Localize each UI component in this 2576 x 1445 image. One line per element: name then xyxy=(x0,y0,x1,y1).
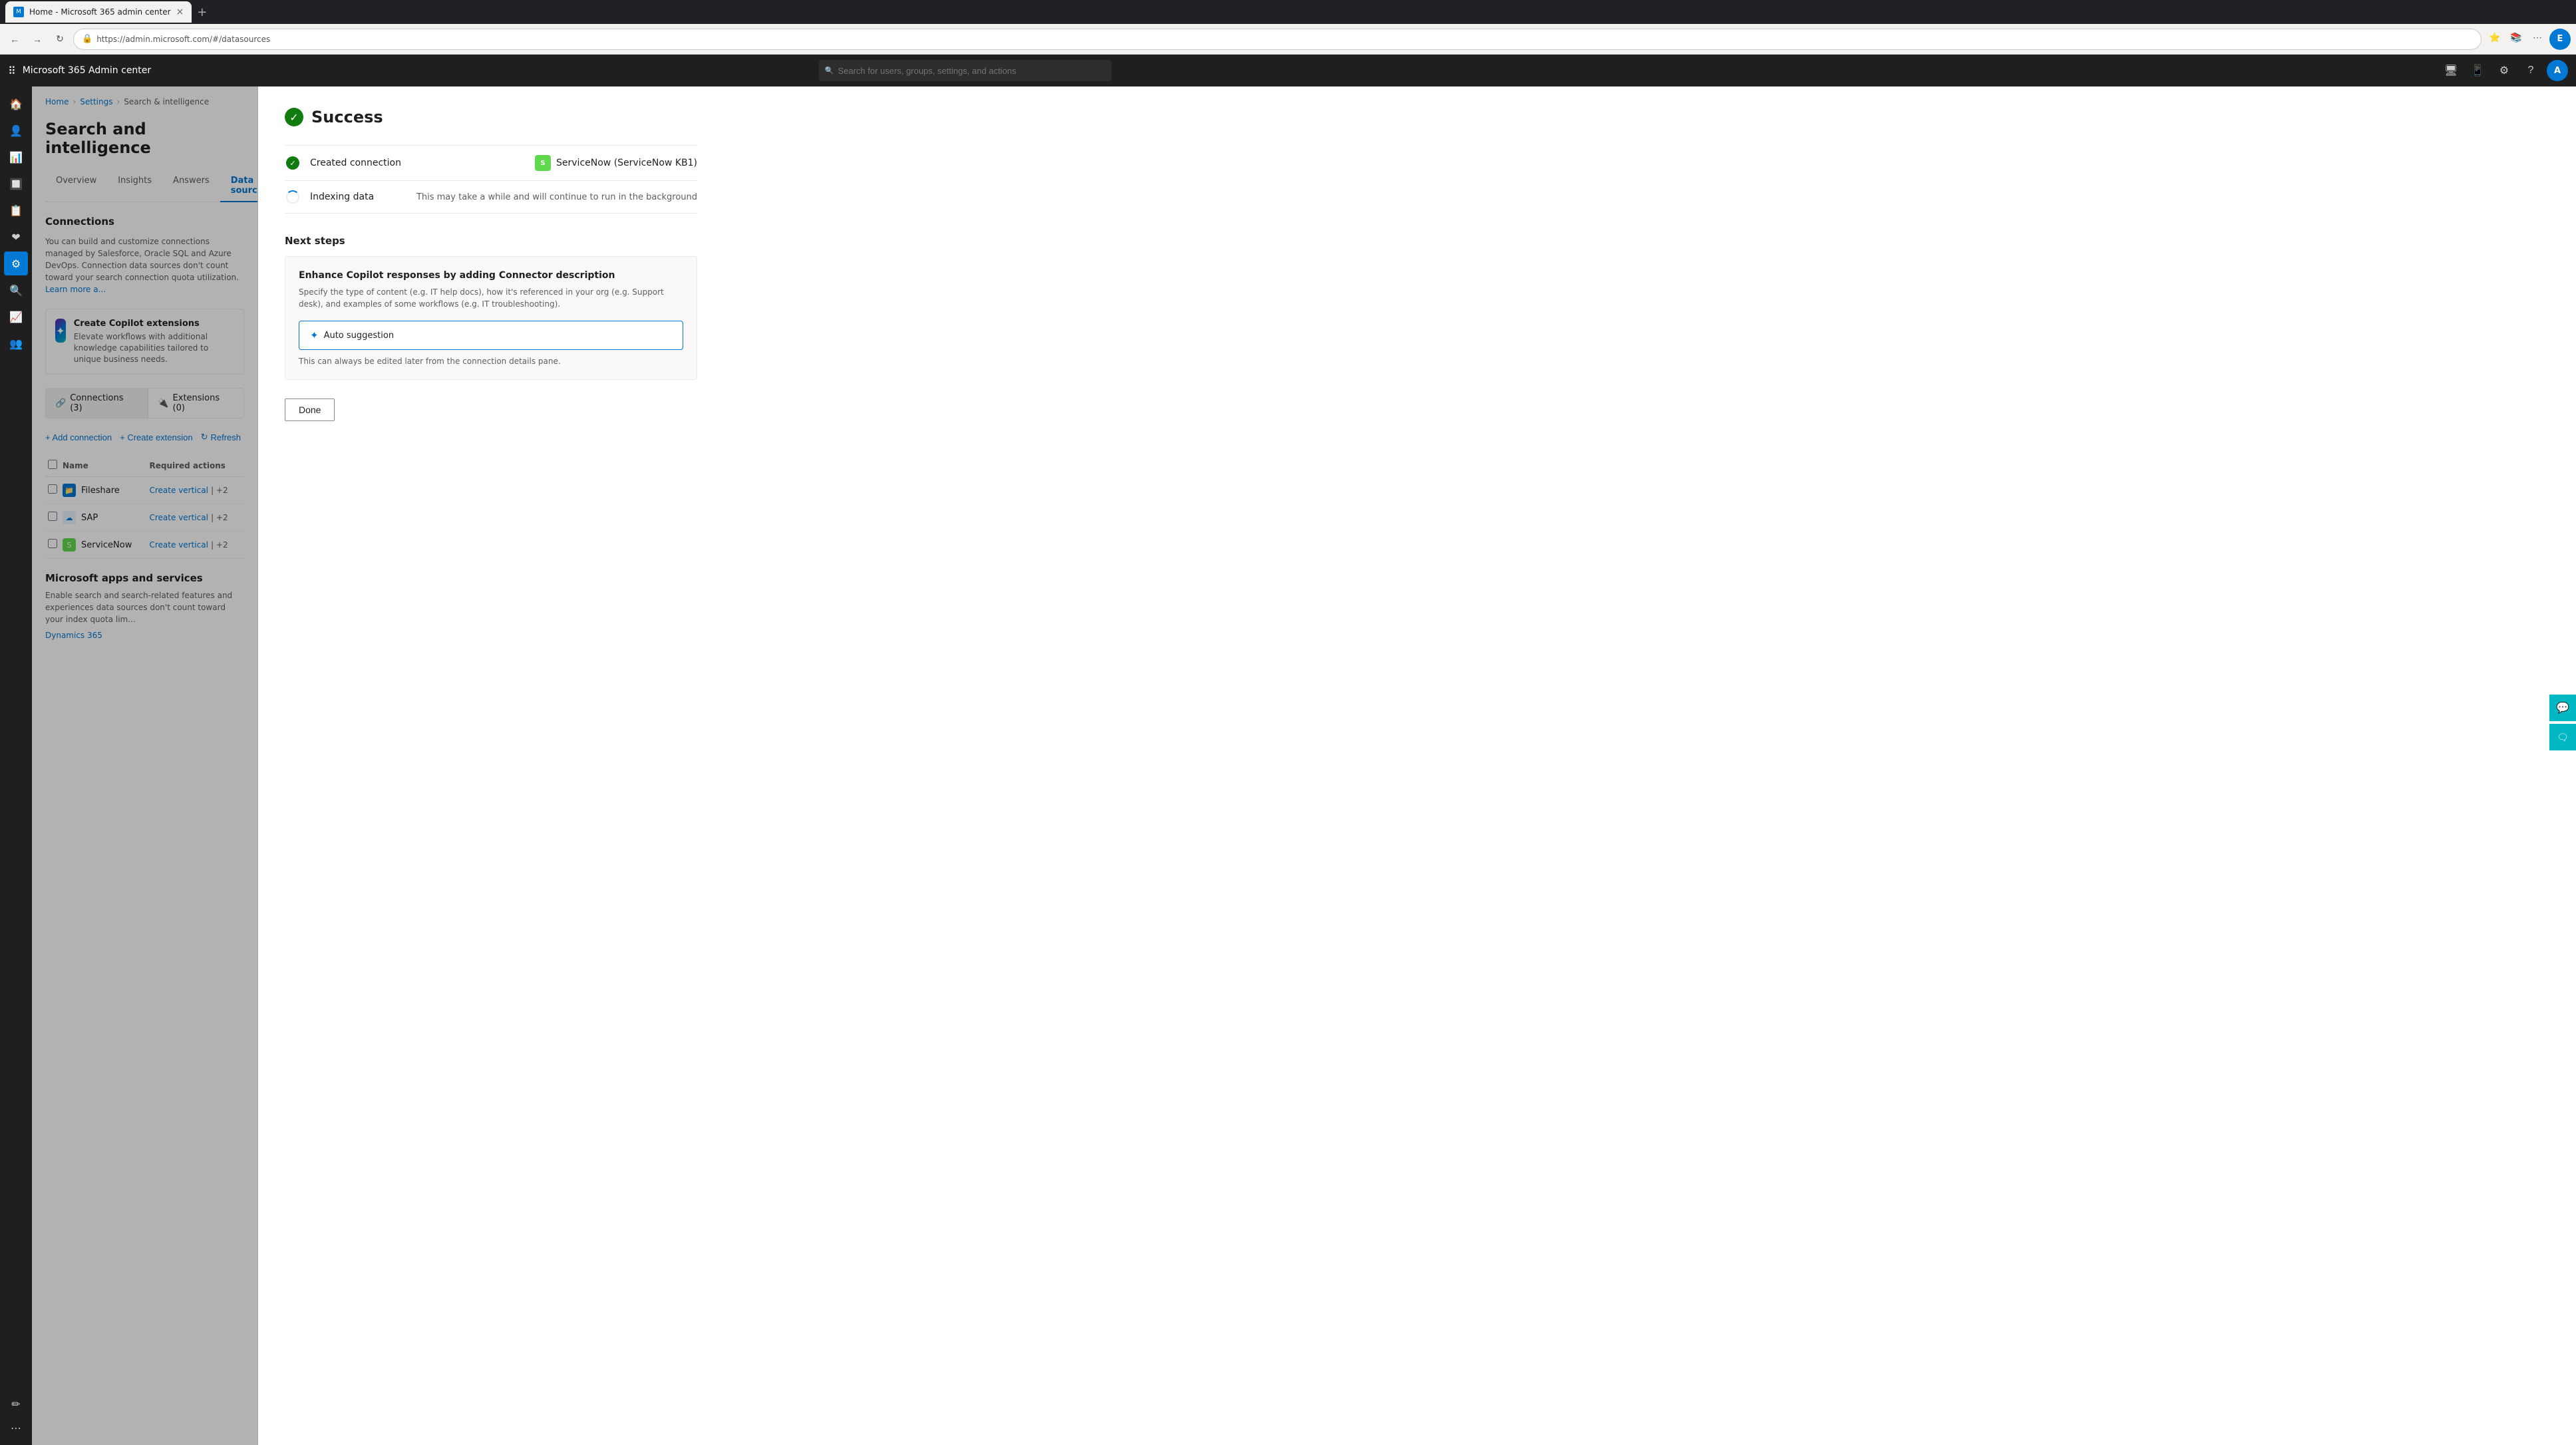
edge-profile-avatar[interactable]: E xyxy=(2549,29,2571,50)
browser-action-buttons: ⭐ 📚 ⋯ E xyxy=(2486,29,2571,50)
sidebar-item-search[interactable]: 🔍 xyxy=(4,278,28,302)
enhance-desc: Specify the type of content (e.g. IT hel… xyxy=(299,286,683,310)
success-header: ✓ Success xyxy=(285,108,697,126)
done-section: Done xyxy=(285,399,697,421)
tab-favicon: M xyxy=(13,7,24,17)
enhance-card: Enhance Copilot responses by adding Conn… xyxy=(285,256,697,380)
topbar-search-input[interactable] xyxy=(819,60,1112,81)
settings-button[interactable]: ⋯ xyxy=(2528,29,2547,47)
content-area: Home › Settings › Search & intelligence … xyxy=(32,86,2576,1445)
step-row-created-connection: ✓ Created connection S ServiceNow (Servi… xyxy=(285,145,697,181)
app-logo: ⠿ Microsoft 365 Admin center xyxy=(8,65,151,77)
step-label-1: Created connection xyxy=(310,158,401,168)
success-title: Success xyxy=(311,108,383,126)
step-label-2: Indexing data xyxy=(310,192,374,202)
enhance-title: Enhance Copilot responses by adding Conn… xyxy=(299,270,683,281)
sidebar-item-settings[interactable]: ⚙ xyxy=(4,251,28,275)
step-note-2: This may take a while and will continue … xyxy=(416,192,697,202)
sidebar-bottom: ✏ ⋯ xyxy=(4,1392,28,1440)
tab-title: Home - Microsoft 365 admin center xyxy=(29,7,171,17)
browser-chrome: M Home - Microsoft 365 admin center × + xyxy=(0,0,2576,24)
done-button[interactable]: Done xyxy=(285,399,335,421)
forward-button[interactable]: → xyxy=(28,30,47,49)
sidebar-item-users[interactable]: 👤 xyxy=(4,118,28,142)
back-button[interactable]: ← xyxy=(5,30,24,49)
sidebar-item-reports[interactable]: 📋 xyxy=(4,198,28,222)
main-layout: 🏠 👤 📊 🔲 📋 ❤ ⚙ 🔍 📈 👥 ✏ ⋯ Home › xyxy=(0,86,2576,1445)
success-check-icon: ✓ xyxy=(285,108,303,126)
next-steps-title: Next steps xyxy=(285,235,697,247)
steps-list: ✓ Created connection S ServiceNow (Servi… xyxy=(285,145,697,214)
auto-suggestion-box[interactable]: ✦ Auto suggestion xyxy=(299,321,683,350)
sidebar-item-people[interactable]: 👥 xyxy=(4,331,28,355)
collections-button[interactable]: 📚 xyxy=(2507,29,2525,47)
step-check-icon-1: ✓ xyxy=(286,156,299,170)
step-icon-wrap-2 xyxy=(285,190,301,204)
step-spinner-icon xyxy=(286,190,299,204)
address-text: https://admin.microsoft.com/#/datasource… xyxy=(96,35,270,44)
tab-close-button[interactable]: × xyxy=(176,7,184,17)
success-panel: ✓ Success ✓ Created connection xyxy=(258,86,724,442)
sidebar-item-home[interactable]: 🏠 xyxy=(4,92,28,116)
step-value-1: S ServiceNow (ServiceNow KB1) xyxy=(535,155,697,171)
browser-tab[interactable]: M Home - Microsoft 365 admin center × xyxy=(5,1,192,23)
sidebar-item-more[interactable]: ⋯ xyxy=(4,1416,28,1440)
app-shell: ⠿ Microsoft 365 Admin center 🖥 📱 ⚙ ? A 🏠… xyxy=(0,55,2576,1445)
float-feedback-button[interactable]: 🗨 xyxy=(2549,724,2576,750)
search-wrapper xyxy=(819,60,1112,81)
sidebar-item-customize[interactable]: ✏ xyxy=(4,1392,28,1416)
success-overlay-panel: ✓ Success ✓ Created connection xyxy=(258,86,2576,1445)
app-name: Microsoft 365 Admin center xyxy=(23,65,151,76)
step-icon-wrap-1: ✓ xyxy=(285,156,301,170)
auto-suggestion-label: Auto suggestion xyxy=(324,331,395,341)
sidebar: 🏠 👤 📊 🔲 📋 ❤ ⚙ 🔍 📈 👥 ✏ ⋯ xyxy=(0,86,32,1445)
help-icon[interactable]: ? xyxy=(2520,60,2541,81)
topbar-actions: 🖥 📱 ⚙ ? A xyxy=(2440,60,2568,81)
user-avatar[interactable]: A xyxy=(2547,60,2568,81)
floating-buttons: 💬 🗨 xyxy=(2549,695,2576,750)
new-tab-button[interactable]: + xyxy=(197,5,207,19)
sidebar-item-analytics[interactable]: 📈 xyxy=(4,305,28,329)
sidebar-item-health[interactable]: ❤ xyxy=(4,225,28,249)
sidebar-item-activity[interactable]: 📊 xyxy=(4,145,28,169)
servicenow-step-icon: S xyxy=(535,155,551,171)
topbar: ⠿ Microsoft 365 Admin center 🖥 📱 ⚙ ? A xyxy=(0,55,2576,86)
waffle-icon[interactable]: ⠿ xyxy=(8,65,16,77)
favorites-button[interactable]: ⭐ xyxy=(2486,29,2504,47)
edit-note: This can always be edited later from the… xyxy=(299,357,683,366)
gear-icon[interactable]: ⚙ xyxy=(2494,60,2515,81)
topbar-search-wrapper xyxy=(819,60,1112,81)
address-bar[interactable]: 🔒 https://admin.microsoft.com/#/datasour… xyxy=(73,29,2482,50)
auto-suggestion-icon: ✦ xyxy=(310,329,319,341)
step-row-indexing: Indexing data This may take a while and … xyxy=(285,181,697,214)
mobile-icon[interactable]: 📱 xyxy=(2467,60,2488,81)
sidebar-item-apps[interactable]: 🔲 xyxy=(4,172,28,196)
monitor-icon[interactable]: 🖥 xyxy=(2440,60,2462,81)
browser-controls: ← → ↻ 🔒 https://admin.microsoft.com/#/da… xyxy=(0,24,2576,55)
lock-icon: 🔒 xyxy=(82,34,92,44)
refresh-button[interactable]: ↻ xyxy=(51,30,69,49)
float-chat-button[interactable]: 💬 xyxy=(2549,695,2576,721)
